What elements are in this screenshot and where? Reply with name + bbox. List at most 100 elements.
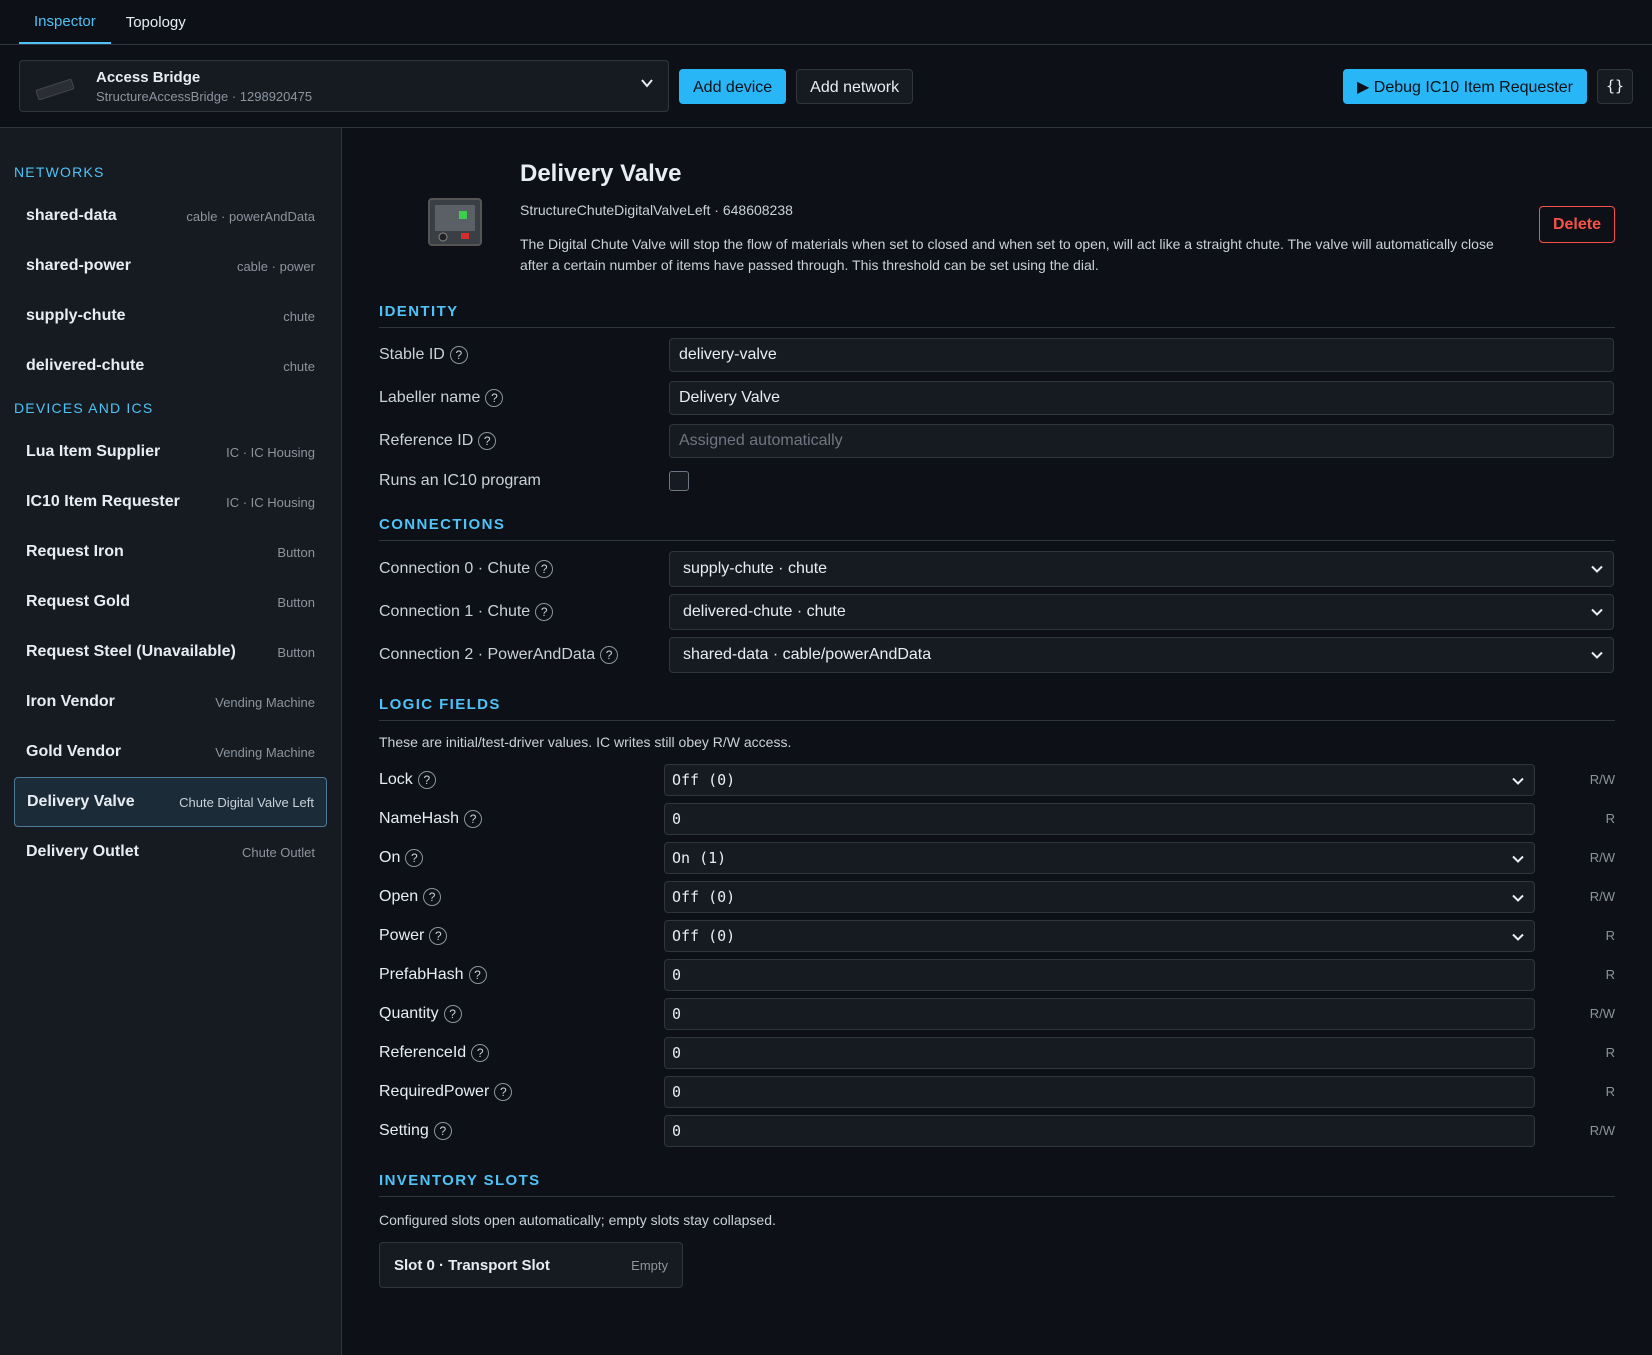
logic-field-value: Off (0) bbox=[672, 887, 736, 906]
help-icon[interactable]: ? bbox=[405, 848, 424, 867]
sidebar-item-type: Vending Machine bbox=[215, 694, 315, 710]
sidebar-item-type: cable · power bbox=[236, 258, 315, 274]
connection-value: delivered-chute · chute bbox=[683, 603, 846, 620]
sidebar-item-type: Chute Outlet bbox=[242, 844, 315, 860]
reference-id-label: Reference ID bbox=[379, 432, 474, 449]
sidebar-item[interactable]: Request Steel (Unavailable) Button bbox=[14, 627, 327, 677]
logic-field-label-wrap: Setting? bbox=[379, 1121, 664, 1140]
device-selector[interactable]: Access Bridge StructureAccessBridge · 12… bbox=[19, 60, 669, 112]
sidebar-item-name: shared-power bbox=[26, 257, 131, 274]
logic-field-select[interactable]: On (1) bbox=[664, 841, 1535, 874]
connection-label-wrap: Connection 2 · PowerAndData? bbox=[379, 646, 669, 664]
logic-field-list: Lock? Off (0) R/W NameHash? 0 R On? On (1) R/W Op… bbox=[379, 760, 1615, 1150]
sidebar-item[interactable]: shared-power cable · power bbox=[14, 241, 327, 291]
help-icon[interactable]: ? bbox=[600, 646, 619, 664]
sidebar-item[interactable]: Iron Vendor Vending Machine bbox=[14, 677, 327, 727]
help-icon[interactable]: ? bbox=[433, 1121, 452, 1140]
sidebar-item[interactable]: Delivery Valve Chute Digital Valve Left bbox=[14, 777, 327, 827]
labeller-input[interactable]: Delivery Valve bbox=[669, 381, 1614, 415]
logic-field-value: 0 bbox=[672, 809, 682, 828]
sidebar-item-name: Gold Vendor bbox=[26, 743, 122, 760]
sidebar-item[interactable]: Gold Vendor Vending Machine bbox=[14, 727, 327, 777]
tab-inspector[interactable]: Inspector bbox=[19, 0, 111, 44]
labeller-label: Labeller name bbox=[379, 389, 481, 406]
debug-button[interactable]: ▶ Debug IC10 Item Requester bbox=[1343, 69, 1587, 104]
logic-field-name: Quantity bbox=[379, 1004, 439, 1022]
sidebar-item[interactable]: Lua Item Supplier IC · IC Housing bbox=[14, 427, 327, 477]
logic-field-label-wrap: ReferenceId? bbox=[379, 1043, 664, 1062]
stable-id-input[interactable]: delivery-valve bbox=[669, 338, 1614, 372]
logic-field-name: Open bbox=[379, 887, 419, 905]
logic-field-row: Lock? Off (0) R/W bbox=[379, 760, 1615, 799]
logic-field-row: Open? Off (0) R/W bbox=[379, 877, 1615, 916]
help-icon[interactable]: ? bbox=[535, 560, 554, 578]
sidebar-item[interactable]: Request Iron Button bbox=[14, 527, 327, 577]
logic-field-row: RequiredPower? 0 R bbox=[379, 1072, 1615, 1111]
sidebar-item[interactable]: Request Gold Button bbox=[14, 577, 327, 627]
add-network-button[interactable]: Add network bbox=[796, 68, 914, 104]
sidebar-item-name: shared-data bbox=[26, 207, 117, 224]
logic-field-label-wrap: PrefabHash? bbox=[379, 965, 664, 984]
help-icon[interactable]: ? bbox=[535, 603, 554, 621]
stable-id-row: Stable ID? delivery-valve bbox=[379, 338, 1615, 372]
device-selector-name: Access Bridge bbox=[96, 68, 201, 86]
logic-field-name: On bbox=[379, 848, 401, 866]
logic-field-label-wrap: RequiredPower? bbox=[379, 1082, 664, 1101]
chevron-down-icon bbox=[1591, 565, 1603, 573]
help-icon[interactable]: ? bbox=[449, 346, 468, 364]
inventory-slot[interactable]: Slot 0 · Transport Slot Empty bbox=[379, 1242, 683, 1288]
help-icon[interactable]: ? bbox=[485, 389, 504, 407]
help-icon[interactable]: ? bbox=[417, 770, 436, 789]
logic-field-input[interactable]: 0 bbox=[664, 802, 1535, 835]
sidebar-item-name: IC10 Item Requester bbox=[26, 493, 180, 510]
logic-field-name: Power bbox=[379, 926, 425, 944]
sidebar-item[interactable]: supply-chute chute bbox=[14, 291, 327, 341]
networks-heading: NETWORKS bbox=[14, 164, 105, 180]
help-icon[interactable]: ? bbox=[443, 1004, 462, 1023]
stable-id-label: Stable ID bbox=[379, 346, 445, 363]
add-device-button[interactable]: Add device bbox=[679, 68, 787, 104]
slot-name: Slot 0 · Transport Slot bbox=[394, 1256, 550, 1274]
sidebar-item[interactable]: shared-data cable · powerAndData bbox=[14, 191, 327, 241]
logic-field-input[interactable]: 0 bbox=[664, 958, 1535, 991]
logic-field-input[interactable]: 0 bbox=[664, 997, 1535, 1030]
logic-field-value: 0 bbox=[672, 1004, 682, 1023]
logic-field-select[interactable]: Off (0) bbox=[664, 880, 1535, 913]
delete-button[interactable]: Delete bbox=[1538, 206, 1615, 243]
help-icon[interactable]: ? bbox=[471, 1043, 490, 1062]
sidebar-item[interactable]: Delivery Outlet Chute Outlet bbox=[14, 827, 327, 877]
logic-field-value: On (1) bbox=[672, 848, 727, 867]
sidebar-item[interactable]: IC10 Item Requester IC · IC Housing bbox=[14, 477, 327, 527]
ic10-checkbox[interactable] bbox=[669, 471, 689, 491]
logic-field-value: Off (0) bbox=[672, 926, 736, 945]
access-badge: R bbox=[1605, 1084, 1615, 1099]
chevron-down-icon bbox=[1512, 933, 1524, 941]
connection-select[interactable]: shared-data · cable/powerAndData bbox=[669, 637, 1614, 673]
sidebar-item-type: chute bbox=[283, 358, 315, 374]
help-icon[interactable]: ? bbox=[423, 887, 442, 906]
logic-field-select[interactable]: Off (0) bbox=[664, 919, 1535, 952]
sidebar-item[interactable]: delivered-chute chute bbox=[14, 341, 327, 391]
logic-field-row: ReferenceId? 0 R bbox=[379, 1033, 1615, 1072]
logic-field-value: 0 bbox=[672, 1082, 682, 1101]
access-badge: R bbox=[1605, 928, 1615, 943]
access-badge: R bbox=[1605, 811, 1615, 826]
connection-select[interactable]: delivered-chute · chute bbox=[669, 594, 1614, 630]
logic-field-name: ReferenceId bbox=[379, 1043, 467, 1061]
connection-label: Connection 2 · PowerAndData bbox=[379, 646, 596, 663]
help-icon[interactable]: ? bbox=[468, 965, 487, 984]
reference-id-input[interactable]: Assigned automatically bbox=[669, 424, 1614, 458]
connection-select[interactable]: supply-chute · chute bbox=[669, 551, 1614, 587]
logic-field-input[interactable]: 0 bbox=[664, 1075, 1535, 1108]
logic-field-input[interactable]: 0 bbox=[664, 1114, 1535, 1147]
help-icon[interactable]: ? bbox=[464, 809, 483, 828]
connection-value: supply-chute · chute bbox=[683, 560, 828, 577]
devices-heading: DEVICES AND ICS bbox=[14, 400, 154, 416]
help-icon[interactable]: ? bbox=[478, 432, 497, 450]
help-icon[interactable]: ? bbox=[429, 926, 448, 945]
tab-topology[interactable]: Topology bbox=[111, 0, 201, 44]
logic-field-input[interactable]: 0 bbox=[664, 1036, 1535, 1069]
logic-field-select[interactable]: Off (0) bbox=[664, 763, 1535, 796]
json-braces-icon[interactable]: {} bbox=[1597, 69, 1633, 104]
help-icon[interactable]: ? bbox=[494, 1082, 513, 1101]
